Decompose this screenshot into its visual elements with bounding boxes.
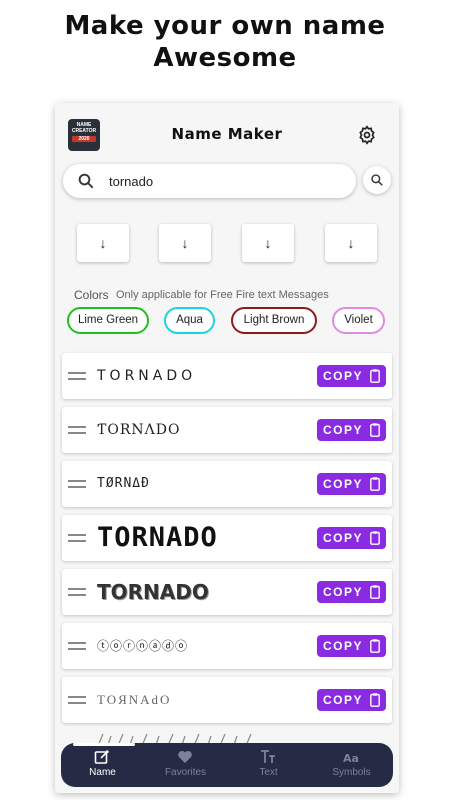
copy-button[interactable]: COPY (317, 527, 386, 549)
copy-label: COPY (323, 369, 364, 383)
name-style-row[interactable]: TORNADO COPY (62, 515, 392, 561)
name-style-row[interactable]: TOЯNAdO COPY (62, 677, 392, 723)
drag-handle-icon[interactable] (68, 426, 86, 434)
drag-handle-icon[interactable] (68, 588, 86, 596)
copy-button[interactable]: COPY (317, 689, 386, 711)
nav-tab-name[interactable]: Name (61, 743, 144, 787)
copy-label: COPY (323, 585, 364, 599)
nav-label-name: Name (89, 767, 116, 778)
copy-label: COPY (323, 693, 364, 707)
heart-icon (178, 751, 192, 763)
gear-icon[interactable] (357, 125, 377, 145)
name-style-row[interactable]: ƬORNΛDO COPY (62, 407, 392, 453)
styled-name-text: TORNADO (97, 580, 209, 604)
copy-button[interactable]: COPY (317, 365, 386, 387)
styled-name-text: ⓣⓞⓡⓝⓐⓓⓞ (97, 639, 189, 653)
drag-handle-icon[interactable] (68, 372, 86, 380)
search-icon (78, 173, 94, 189)
styled-name-text: TOЯNAdO (97, 692, 172, 707)
nav-tab-symbols[interactable]: Aa Symbols (310, 743, 393, 787)
clipboard-icon (370, 585, 380, 599)
svg-text:Aa: Aa (343, 752, 359, 765)
styled-name-text: ƬORNΛDO (97, 422, 181, 438)
app-screen: NAME CREATOR 2020 Name Maker ↓ ↓ ↓ ↓ Col… (55, 103, 399, 793)
styled-name-text: TORNADO (97, 522, 218, 553)
colors-note: Only applicable for Free Fire text Messa… (116, 289, 329, 301)
text-size-icon (261, 750, 275, 763)
copy-label: COPY (323, 639, 364, 653)
color-chip-violet[interactable]: Violet (332, 307, 385, 334)
nav-tab-text[interactable]: Text (227, 743, 310, 787)
copy-button[interactable]: COPY (317, 581, 386, 603)
arrow-down-button-1[interactable]: ↓ (77, 224, 129, 262)
color-chip-aqua[interactable]: Aqua (164, 307, 215, 334)
clipboard-icon (370, 639, 380, 653)
headline-line-1: Make your own name (64, 11, 386, 41)
promo-headline: Make your own name Awesome (0, 10, 450, 74)
search-icon (371, 174, 383, 186)
search-input[interactable] (109, 171, 339, 191)
arrow-down-button-4[interactable]: ↓ (325, 224, 377, 262)
name-style-row[interactable]: TORNADO COPY (62, 569, 392, 615)
search-button[interactable] (363, 166, 391, 194)
edit-icon (94, 749, 110, 764)
colors-label: Colors (74, 288, 109, 302)
app-top-bar: NAME CREATOR 2020 Name Maker (55, 103, 399, 163)
copy-button[interactable]: COPY (317, 419, 386, 441)
color-chip-lime-green[interactable]: Lime Green (67, 307, 149, 334)
name-style-row[interactable]: ⓣⓞⓡⓝⓐⓓⓞ COPY (62, 623, 392, 669)
nav-label-symbols: Symbols (332, 767, 371, 778)
copy-label: COPY (323, 423, 364, 437)
bottom-navigation: Name Favorites Text Aa Symbols (61, 743, 393, 787)
clipboard-icon (370, 423, 380, 437)
clipboard-icon (370, 369, 380, 383)
drag-handle-icon[interactable] (68, 696, 86, 704)
nav-label-favorites: Favorites (164, 767, 207, 778)
arrow-down-button-3[interactable]: ↓ (242, 224, 294, 262)
copy-button[interactable]: COPY (317, 473, 386, 495)
symbols-icon: Aa (343, 752, 359, 765)
nav-tab-favorites[interactable]: Favorites (144, 743, 227, 787)
clipboard-icon (370, 693, 380, 707)
arrow-down-button-2[interactable]: ↓ (159, 224, 211, 262)
name-style-row[interactable]: TORNADO COPY (62, 353, 392, 399)
headline-line-2: Awesome (153, 43, 297, 73)
app-title: Name Maker (171, 125, 283, 143)
drag-handle-icon[interactable] (68, 480, 86, 488)
name-style-row[interactable]: TØRNΔÐ COPY (62, 461, 392, 507)
color-chip-light-brown[interactable]: Light Brown (231, 307, 317, 334)
clipboard-icon (370, 477, 380, 491)
nav-label-text: Text (259, 767, 278, 778)
copy-label: COPY (323, 477, 364, 491)
clipboard-icon (370, 531, 380, 545)
styled-name-text: TORNADO (97, 368, 197, 384)
drag-handle-icon[interactable] (68, 642, 86, 650)
styled-name-text: TØRNΔÐ (97, 476, 150, 491)
drag-handle-icon[interactable] (68, 534, 86, 542)
copy-label: COPY (323, 531, 364, 545)
copy-button[interactable]: COPY (317, 635, 386, 657)
search-bar (63, 164, 356, 198)
